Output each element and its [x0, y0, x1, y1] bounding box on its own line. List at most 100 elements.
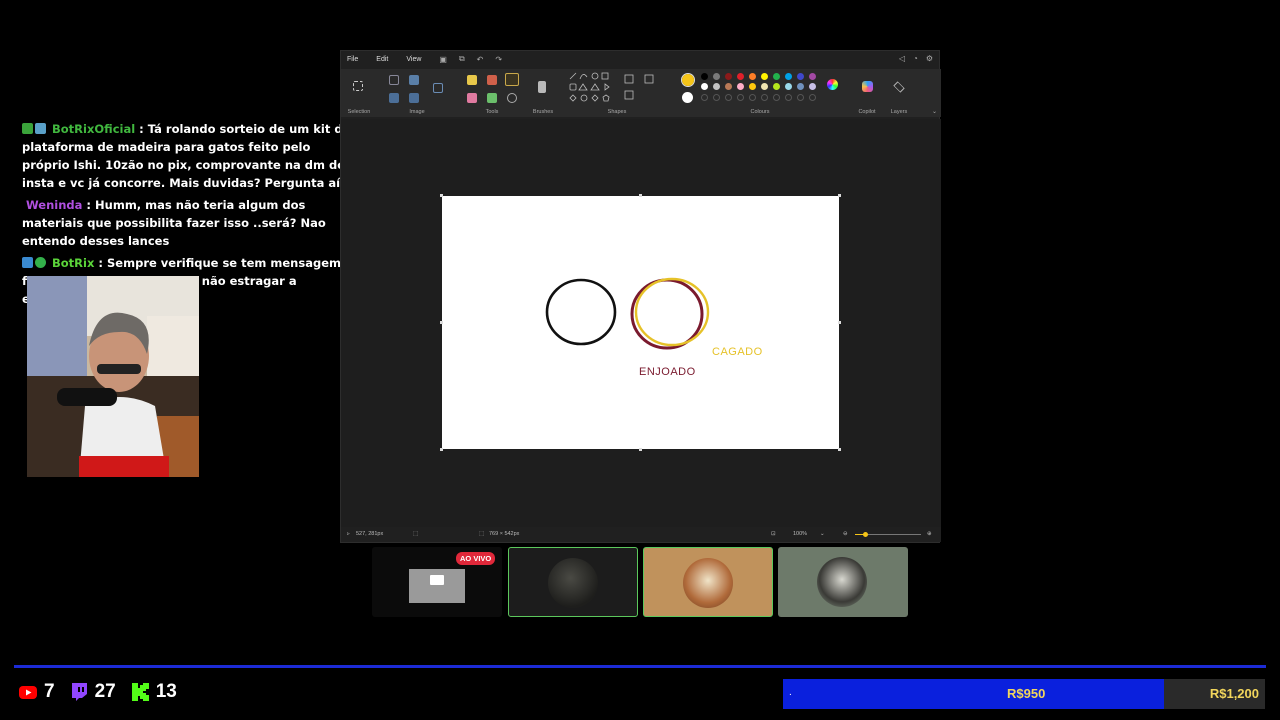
menu-edit[interactable]: Edit [376, 56, 388, 63]
menu-bar: File Edit View ▣ ⧉ ↶ ↷ [341, 51, 939, 67]
color-swatch[interactable] [773, 73, 780, 80]
resize-handle[interactable] [440, 321, 443, 324]
cursor-icon: ▹ [347, 531, 350, 537]
scene-dark-avatar[interactable] [508, 547, 638, 617]
zoom-out-icon[interactable]: ⊖ [843, 531, 848, 537]
color-swatch[interactable] [809, 83, 816, 90]
magnifier-icon[interactable] [507, 93, 517, 103]
scene-gasmask-avatar[interactable] [778, 547, 908, 617]
bot-badge-icon [35, 123, 46, 134]
group-tools: Tools [461, 69, 523, 117]
edit-colors-icon[interactable] [827, 79, 838, 90]
rotate-icon[interactable] [389, 93, 399, 103]
color-swatch[interactable] [701, 73, 708, 80]
flip-icon[interactable] [409, 93, 419, 103]
group-layers: Layers [885, 69, 913, 117]
settings-icon[interactable]: ⚙ [926, 54, 933, 63]
chat-username[interactable]: BotRix [52, 256, 94, 270]
color-swatch[interactable] [761, 73, 768, 80]
resize-icon[interactable] [409, 75, 419, 85]
account-icon[interactable]: ◔ [913, 54, 918, 63]
custom-color-slot[interactable] [785, 94, 792, 101]
secondary-color-swatch[interactable] [682, 92, 693, 103]
color-swatch[interactable] [773, 83, 780, 90]
menu-file[interactable]: File [347, 56, 358, 63]
accent-line [14, 665, 1266, 668]
avatar [817, 557, 867, 607]
color-swatch[interactable] [749, 73, 756, 80]
undo-icon[interactable]: ↶ [477, 55, 484, 64]
text-tool-icon[interactable] [505, 73, 519, 86]
kick-icon [130, 682, 150, 702]
color-picker-icon[interactable] [487, 93, 497, 103]
canvas-size-icon: ⬚ [479, 531, 485, 537]
color-swatch[interactable] [725, 73, 732, 80]
selection-size-icon: ⬚ [413, 531, 419, 537]
color-swatch[interactable] [785, 83, 792, 90]
zoom-in-icon[interactable]: ⊕ [927, 531, 932, 537]
custom-color-slot[interactable] [797, 94, 804, 101]
color-swatch[interactable] [785, 73, 792, 80]
resize-handle[interactable] [440, 448, 443, 451]
brush-icon[interactable] [538, 81, 546, 93]
color-swatch[interactable] [761, 83, 768, 90]
youtube-count: 7 [44, 681, 55, 702]
resize-handle[interactable] [838, 448, 841, 451]
color-swatch[interactable] [737, 83, 744, 90]
redo-icon[interactable]: ↷ [495, 55, 502, 64]
ribbon-expand-icon[interactable]: ⌄ [932, 108, 937, 115]
custom-color-slot[interactable] [773, 94, 780, 101]
color-swatch[interactable] [749, 83, 756, 90]
color-swatch[interactable] [809, 73, 816, 80]
primary-color-swatch[interactable] [681, 73, 695, 87]
scene-screen[interactable]: AO VIVO [372, 547, 502, 617]
zoom-dropdown-icon[interactable]: ⌄ [820, 531, 825, 537]
resize-handle[interactable] [838, 194, 841, 197]
chat-username[interactable]: BotRixOficial [52, 122, 135, 136]
crop-icon[interactable] [389, 75, 399, 85]
selection-icon[interactable] [353, 81, 363, 91]
layers-icon[interactable] [893, 81, 905, 93]
color-swatch[interactable] [737, 73, 744, 80]
yellow-circle [634, 277, 710, 347]
shapes-gallery-icon[interactable] [565, 69, 669, 109]
custom-color-slot[interactable] [725, 94, 732, 101]
color-swatch[interactable] [713, 83, 720, 90]
resize-handle[interactable] [440, 194, 443, 197]
copilot-icon[interactable] [862, 81, 873, 92]
resize-handle[interactable] [639, 448, 642, 451]
zoom-slider-thumb[interactable] [863, 532, 868, 537]
fill-icon[interactable] [487, 75, 497, 85]
color-swatch[interactable] [725, 83, 732, 90]
save-icon[interactable]: ▣ [439, 55, 447, 64]
eraser-icon[interactable] [467, 93, 477, 103]
twitch-count: 27 [94, 681, 116, 702]
color-swatch[interactable] [713, 73, 720, 80]
menu-view[interactable]: View [406, 56, 421, 63]
zoom-level[interactable]: 100% [793, 531, 807, 537]
custom-color-slot[interactable] [749, 94, 756, 101]
pencil-icon[interactable] [467, 75, 477, 85]
scene-skull-avatar[interactable] [643, 547, 773, 617]
image-properties-icon[interactable] [433, 83, 443, 93]
viewer-stats: 7 27 13 [18, 680, 191, 704]
group-label: Shapes [607, 109, 627, 115]
custom-color-slot[interactable] [761, 94, 768, 101]
feedback-icon[interactable]: ◁ [899, 54, 905, 63]
stream-overlay: BotRixOficial : Tá rolando sorteio de um… [0, 0, 1280, 720]
share-icon[interactable]: ⧉ [459, 54, 465, 64]
color-swatch[interactable] [797, 73, 804, 80]
color-swatch[interactable] [701, 83, 708, 90]
resize-handle[interactable] [639, 194, 642, 197]
goal-current: R$950 [1007, 686, 1046, 701]
custom-color-slot[interactable] [701, 94, 708, 101]
custom-color-slot[interactable] [809, 94, 816, 101]
chat-username[interactable]: Weninda [26, 198, 82, 212]
resize-handle[interactable] [838, 321, 841, 324]
custom-color-slot[interactable] [737, 94, 744, 101]
color-swatch[interactable] [797, 83, 804, 90]
fit-window-icon[interactable]: ⊡ [771, 531, 776, 537]
drawing-canvas[interactable]: ENJOADO CAGADO [442, 196, 839, 449]
custom-color-slot[interactable] [713, 94, 720, 101]
kick-stat: 13 [130, 681, 177, 703]
